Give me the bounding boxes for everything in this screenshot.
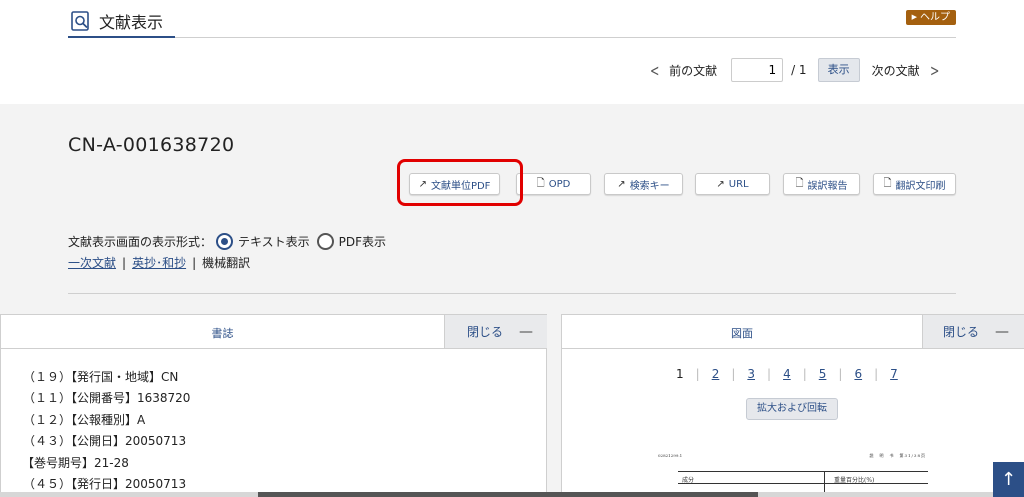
document-id: CN-A-001638720 (68, 134, 235, 156)
external-link-icon: ↗ (716, 178, 725, 190)
minimize-icon: — (519, 323, 534, 340)
abstract-link[interactable]: 英抄･和抄 (132, 254, 186, 271)
figure-panel-header: 図面 閉じる — (562, 315, 1024, 349)
document-icon: 🗋 (536, 177, 545, 189)
tab-separator: | (767, 367, 772, 381)
figure-title: 図面 (731, 327, 753, 340)
mistranslation-report-button[interactable]: 🗋 誤訳報告 (783, 173, 860, 195)
figure-page-tabs: 1 | 2 | 3 | 4 | 5 | 6 | 7 (676, 367, 898, 381)
bibliography-panel-header: 書誌 閉じる — (1, 315, 547, 349)
url-button[interactable]: ↗ URL (695, 173, 770, 195)
page-header: 文献表示 ▶ ヘルプ (68, 6, 956, 38)
zoom-rotate-button[interactable]: 拡大および回転 (746, 398, 838, 420)
action-label: URL (728, 178, 749, 190)
tab-separator: | (874, 367, 879, 381)
chevron-left-icon[interactable]: < (650, 61, 659, 80)
biblio-line: 【巻号期号】21-28 (22, 455, 129, 470)
tab-separator: | (838, 367, 843, 381)
search-key-button[interactable]: ↗ 検索キー (604, 173, 683, 195)
thumb-header-right: 説 明 书 第31/38页 (869, 453, 926, 458)
external-link-icon: ↗ (617, 178, 626, 190)
bibliography-close-button[interactable]: 閉じる — (444, 315, 547, 348)
minimize-icon: — (995, 323, 1010, 340)
figure-thumbnail[interactable]: 02821299.1 説 明 书 第31/38页 成分 重量百分比(%) (650, 440, 946, 497)
action-label: 検索キー (629, 180, 670, 192)
opd-button[interactable]: 🗋 OPD (516, 173, 591, 195)
arrow-up-icon: ↑ (1000, 469, 1017, 490)
chevron-right-icon[interactable]: > (930, 61, 939, 80)
figure-close-button[interactable]: 閉じる — (922, 315, 1024, 348)
highlight-annotation (397, 159, 523, 206)
thumb-header-left: 02821299.1 (658, 453, 683, 458)
close-label: 閉じる (943, 325, 980, 339)
action-label: 誤訳報告 (807, 180, 848, 192)
radio-pdf-display[interactable] (316, 232, 334, 250)
tab-separator: | (731, 367, 736, 381)
figure-page-link[interactable]: 2 (712, 367, 720, 381)
biblio-line: （１１）【公開番号】1638720 (23, 391, 191, 406)
bibliography-list: （１９）【発行国・地域】CN （１１）【公開番号】1638720 （１２）【公報… (22, 367, 191, 495)
link-separator: | (192, 255, 197, 270)
biblio-line: （４３）【公開日】20050713 (23, 434, 187, 449)
page-total: / 1 (791, 63, 807, 77)
thumb-table-header-row: 成分 重量百分比(%) (678, 472, 928, 484)
radio-text-display[interactable] (216, 232, 234, 250)
top-area: 文献表示 ▶ ヘルプ < 前の文献 / 1 表示 次の文献 > (0, 0, 1024, 104)
page-title: 文献表示 (99, 13, 164, 32)
figure-page-current: 1 (676, 367, 684, 381)
radio-pdf-label[interactable]: PDF表示 (339, 233, 386, 250)
figure-page-link[interactable]: 4 (783, 367, 791, 381)
figure-page-link[interactable]: 6 (854, 367, 862, 381)
document-icon: 🗋 (883, 177, 892, 189)
document-pager: < 前の文献 / 1 表示 次の文献 > (640, 57, 949, 83)
page-title-tab: 文献表示 (68, 6, 176, 38)
figure-page-link[interactable]: 3 (747, 367, 755, 381)
thumb-col2: 重量百分比(%) (834, 477, 875, 484)
tab-separator: | (695, 367, 700, 381)
figure-page-link[interactable]: 5 (819, 367, 827, 381)
action-label: 翻訳文印刷 (895, 180, 946, 192)
link-separator: | (122, 255, 127, 270)
bibliography-title: 書誌 (211, 327, 234, 340)
document-icon: 🗋 (795, 177, 804, 189)
divider (68, 293, 956, 294)
play-icon: ▶ (911, 13, 917, 21)
biblio-line: （１２）【公報種別】A (23, 412, 146, 427)
horizontal-scrollbar[interactable] (0, 492, 1024, 497)
prev-document-link[interactable]: 前の文献 (669, 62, 717, 79)
close-label: 閉じる (467, 325, 504, 339)
page-number-input[interactable] (731, 58, 784, 82)
display-format-row: 文献表示画面の表示形式： テキスト表示 PDF表示 (68, 231, 386, 251)
print-translation-button[interactable]: 🗋 翻訳文印刷 (873, 173, 956, 195)
scrollbar-thumb[interactable] (258, 492, 758, 497)
action-label: OPD (548, 178, 571, 190)
primary-document-link[interactable]: 一次文献 (68, 254, 116, 271)
help-button[interactable]: ▶ ヘルプ (905, 10, 956, 25)
scroll-to-top-button[interactable]: ↑ (993, 462, 1024, 497)
machine-translation-label: 機械翻訳 (202, 256, 251, 270)
help-label: ヘルプ (920, 12, 950, 23)
document-search-icon (71, 11, 89, 31)
display-format-label: 文献表示画面の表示形式： (68, 234, 213, 249)
thumb-col1: 成分 (682, 477, 695, 484)
show-button[interactable]: 表示 (817, 58, 860, 82)
tab-separator: | (802, 367, 807, 381)
next-document-link[interactable]: 次の文献 (872, 62, 920, 79)
radio-text-label[interactable]: テキスト表示 (238, 233, 310, 250)
figure-page-link[interactable]: 7 (890, 367, 898, 381)
biblio-line: （１９）【発行国・地域】CN (23, 370, 179, 384)
document-type-links: 一次文献 | 英抄･和抄 | 機械翻訳 (68, 254, 250, 271)
